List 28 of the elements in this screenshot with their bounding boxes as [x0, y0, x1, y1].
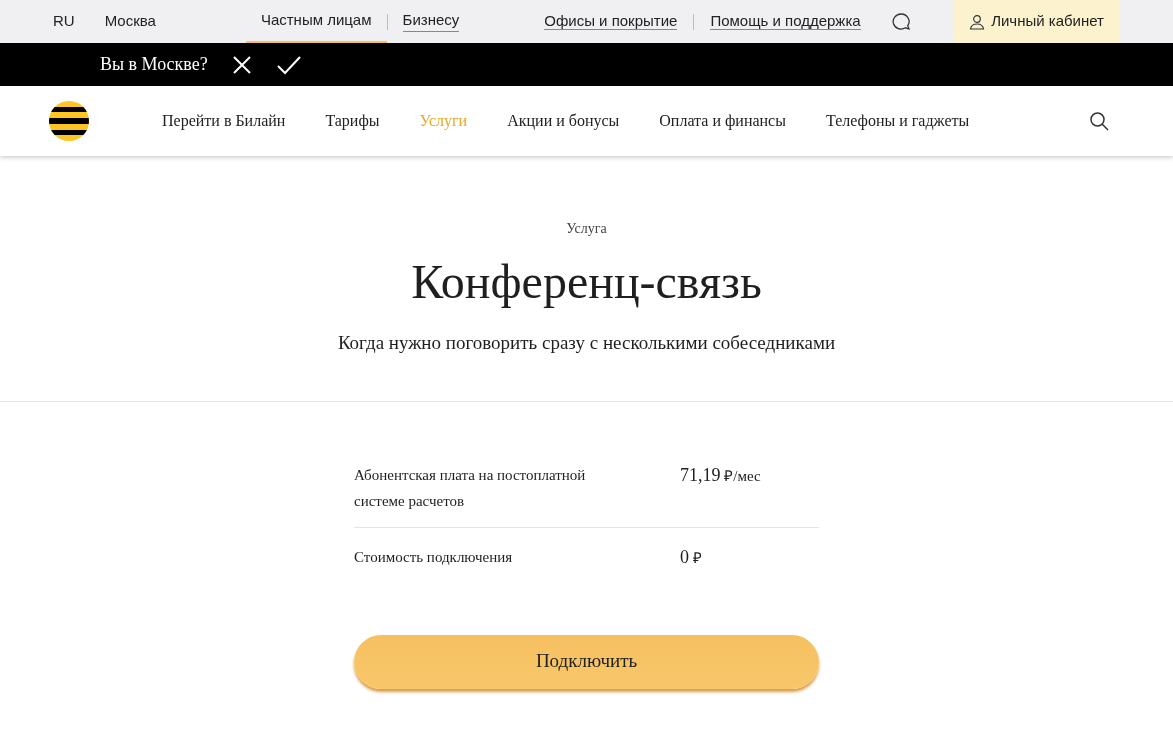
nav-link[interactable]: Оплата и финансы	[659, 109, 786, 133]
nav-link[interactable]: Телефоны и гаджеты	[825, 109, 970, 133]
price-amount: 0	[680, 546, 689, 567]
header-link[interactable]: Помощь и поддержка	[710, 12, 861, 31]
connect-button[interactable]: Подключить	[354, 634, 819, 689]
nav-link[interactable]: Акции и бонусы	[507, 109, 620, 133]
search-icon[interactable]	[1089, 111, 1109, 131]
price-label: Стоимость подключения	[354, 547, 514, 567]
price-label: Абонентская плата на постоплатной системе расчетов	[354, 466, 587, 512]
header-link[interactable]: Офисы и покрытие	[544, 12, 678, 31]
chat-icon[interactable]	[890, 11, 911, 32]
price-unit: ₽/мес	[724, 468, 761, 484]
user-icon	[969, 13, 986, 30]
nav-link[interactable]: Тарифы	[325, 109, 380, 133]
account-button[interactable]: Личный кабинет	[954, 0, 1119, 43]
page-title: Конференц-связь	[410, 254, 763, 310]
price-amount: 71,19	[680, 465, 721, 485]
language-selector[interactable]: RU	[53, 10, 75, 33]
page-subtitle: Когда нужно поговорить сразу с несколькими собеседниками	[336, 330, 837, 355]
close-icon[interactable]	[231, 54, 252, 75]
segment-tab[interactable]: Бизнесу	[387, 0, 475, 43]
nav-link[interactable]: Перейти в Билайн	[162, 109, 286, 133]
logo-icon[interactable]	[49, 101, 89, 141]
check-icon[interactable]	[275, 54, 302, 75]
city-question: Вы в Москве?	[100, 53, 208, 76]
service-label: Услуга	[565, 220, 608, 238]
price-unit: ₽	[692, 549, 702, 566]
city-selector[interactable]: Москва	[104, 10, 156, 33]
